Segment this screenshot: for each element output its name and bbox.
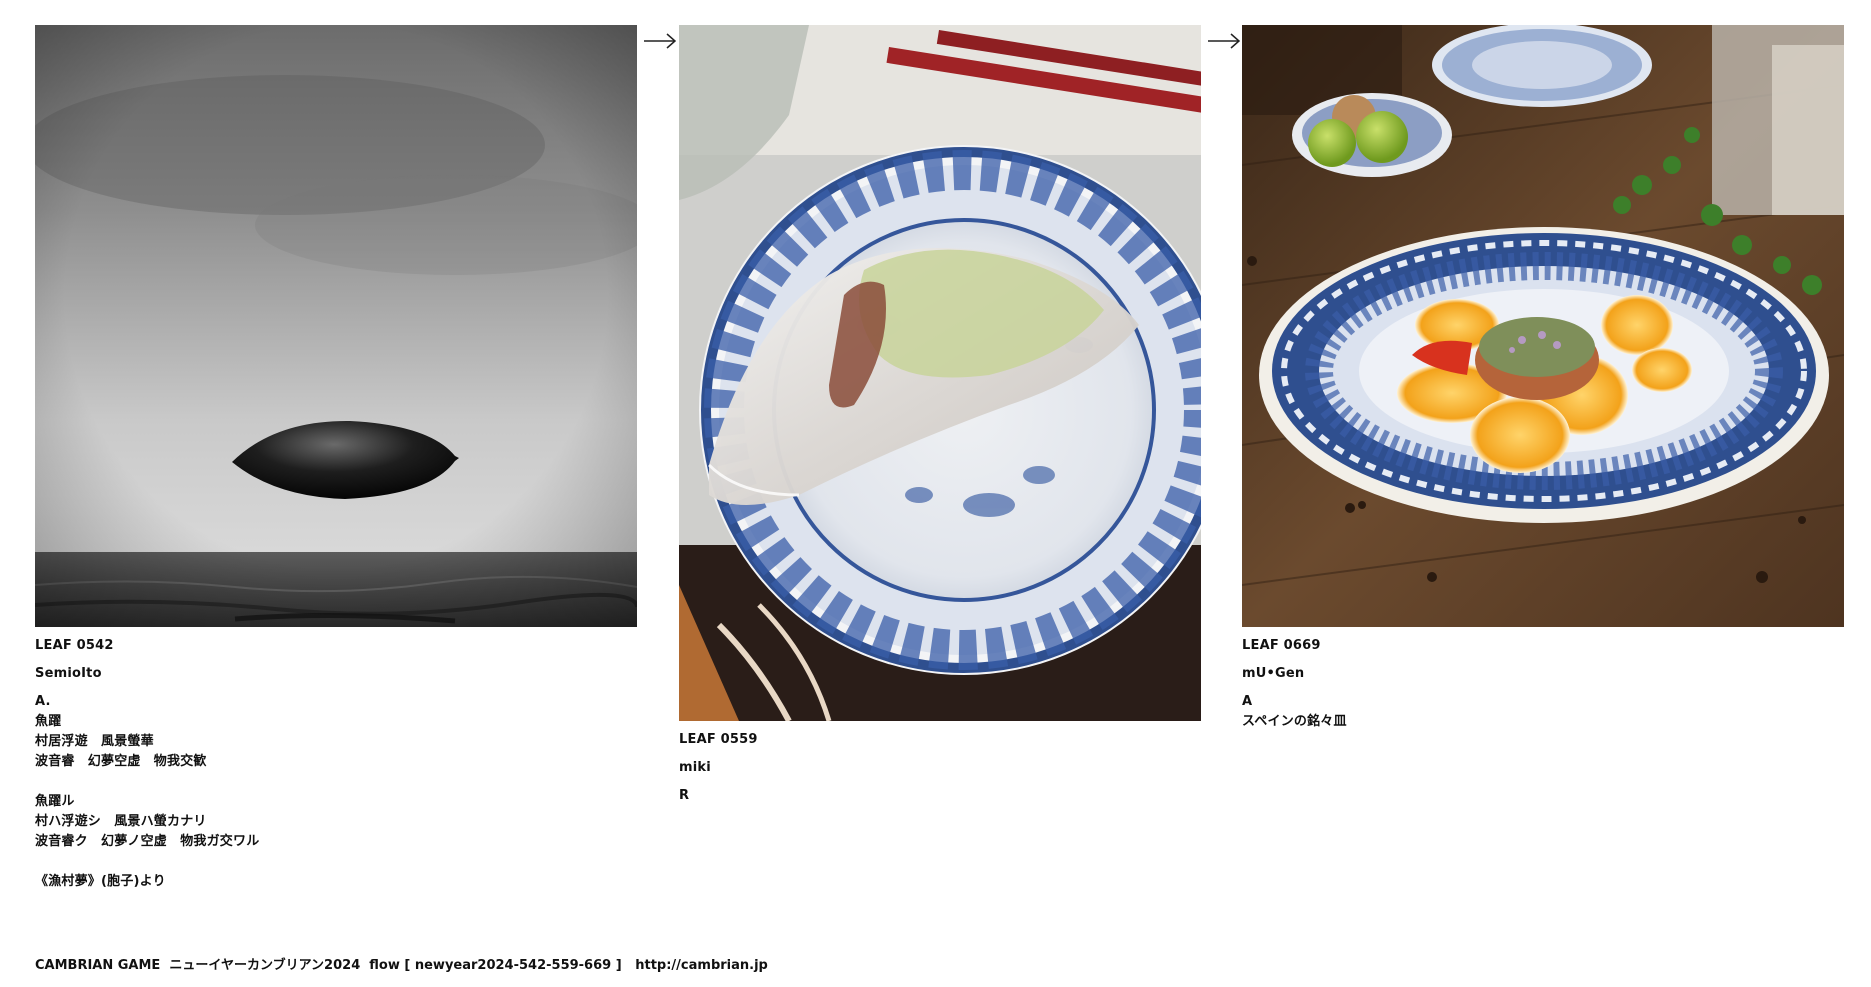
poem-spacer	[35, 772, 259, 792]
leaf-0559-image[interactable]	[679, 25, 1201, 721]
poem-line: 魚躍	[35, 714, 62, 729]
poem-line: 村ハ浮遊シ 風景ハ螢カナリ	[35, 814, 207, 829]
poem-line: スペインの銘々皿	[1242, 714, 1347, 729]
poem-line: 魚躍ル	[35, 794, 75, 809]
poem-source: 《漁村夢》(胞子)より	[35, 874, 166, 889]
arrow-right-icon	[1207, 31, 1241, 51]
poem-line: A	[1242, 694, 1253, 709]
footer-credit[interactable]: CAMBRIAN GAME ニューイヤーカンブリアン2024 flow [ ne…	[35, 957, 768, 975]
leaf-0559-caption: LEAF 0559 miki R	[679, 730, 758, 806]
arrow-right-icon	[643, 31, 677, 51]
poem-line: A.	[35, 694, 51, 709]
leaf-id: LEAF 0669	[1242, 638, 1321, 653]
leaf-0669-caption: LEAF 0669 mU•Gen A スペインの銘々皿	[1242, 636, 1347, 732]
author-name: SemioIto	[35, 666, 102, 681]
leaf-0542-image[interactable]	[35, 25, 637, 627]
poem-line: R	[679, 788, 690, 803]
poem-line: 波音睿ク 幻夢ノ空虚 物我ガ交ワル	[35, 834, 260, 849]
leaf-0542-caption: LEAF 0542 SemioIto A. 魚躍 村居浮遊 風景螢華 波音睿 幻…	[35, 636, 259, 892]
author-name: mU•Gen	[1242, 666, 1305, 681]
leaf-id: LEAF 0559	[679, 732, 758, 747]
author-name: miki	[679, 760, 711, 775]
leaf-0669-image[interactable]	[1242, 25, 1844, 627]
poem-spacer	[35, 852, 259, 872]
poem-line: 波音睿 幻夢空虚 物我交歓	[35, 754, 207, 769]
poem-line: 村居浮遊 風景螢華	[35, 734, 154, 749]
leaf-id: LEAF 0542	[35, 638, 114, 653]
poem: A. 魚躍 村居浮遊 風景螢華 波音睿 幻夢空虚 物我交歓 魚躍ル 村ハ浮遊シ …	[35, 692, 259, 892]
